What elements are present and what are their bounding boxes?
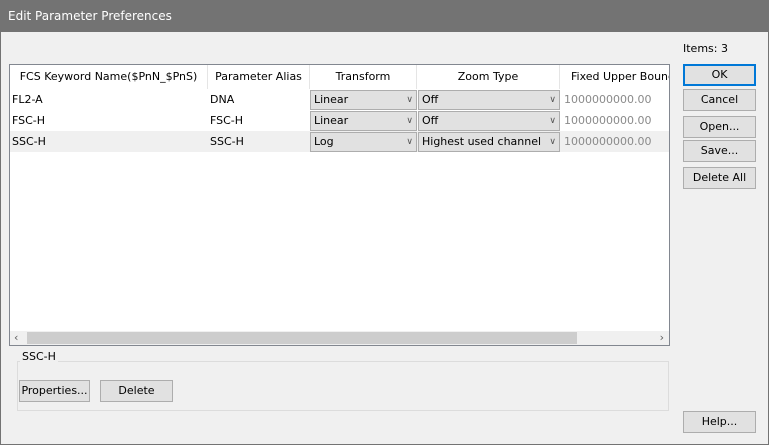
alias-cell[interactable]: FSC-H xyxy=(210,110,305,131)
scroll-thumb[interactable] xyxy=(27,332,577,344)
table-row[interactable]: SSC-H SSC-H Log ∨ Highest used channel ∨ 10000… xyxy=(10,131,669,152)
horizontal-scrollbar[interactable]: ‹ › xyxy=(10,331,669,345)
help-button[interactable]: Help... xyxy=(683,411,756,433)
table-row[interactable]: FSC-H FSC-H Linear ∨ Off ∨ 1000000000.00 xyxy=(10,110,669,131)
column-header-upper-bound[interactable]: Fixed Upper Bound xyxy=(560,65,669,89)
keyword-cell: FL2-A xyxy=(12,93,43,106)
zoom-type-dropdown[interactable]: Off ∨ xyxy=(418,111,560,131)
transform-value: Linear xyxy=(314,114,349,127)
transform-dropdown[interactable]: Log ∨ xyxy=(310,132,417,152)
items-count: Items: 3 xyxy=(683,42,728,55)
save-button[interactable]: Save... xyxy=(683,140,756,162)
chevron-down-icon: ∨ xyxy=(549,95,556,105)
chevron-down-icon: ∨ xyxy=(406,95,413,105)
cancel-button[interactable]: Cancel xyxy=(683,89,756,111)
window-title: Edit Parameter Preferences xyxy=(8,9,172,23)
ok-button[interactable]: OK xyxy=(683,64,756,86)
upper-bound-cell[interactable]: 1000000000.00 xyxy=(564,110,669,131)
upper-bound-cell[interactable]: 1000000000.00 xyxy=(564,131,669,152)
open-button[interactable]: Open... xyxy=(683,116,756,138)
chevron-down-icon: ∨ xyxy=(406,116,413,126)
transform-value: Linear xyxy=(314,93,349,106)
zoom-type-value: Off xyxy=(422,114,439,127)
upper-bound-cell[interactable]: 1000000000.00 xyxy=(564,89,669,110)
alias-cell[interactable]: DNA xyxy=(210,89,305,110)
keyword-cell: FSC-H xyxy=(12,114,46,127)
chevron-down-icon: ∨ xyxy=(549,116,556,126)
chevron-down-icon: ∨ xyxy=(549,137,556,147)
column-header-alias[interactable]: Parameter Alias xyxy=(208,65,310,89)
keyword-cell: SSC-H xyxy=(12,135,46,148)
column-header-transform[interactable]: Transform xyxy=(310,65,417,89)
scroll-right-icon[interactable]: › xyxy=(660,331,664,345)
table-row[interactable]: FL2-A DNA Linear ∨ Off ∨ 1000000000.00 xyxy=(10,89,669,110)
scroll-left-icon[interactable]: ‹ xyxy=(14,331,18,345)
transform-value: Log xyxy=(314,135,334,148)
title-bar: Edit Parameter Preferences xyxy=(0,0,769,32)
transform-dropdown[interactable]: Linear ∨ xyxy=(310,90,417,110)
alias-cell[interactable]: SSC-H xyxy=(210,131,305,152)
zoom-type-value: Off xyxy=(422,93,439,106)
chevron-down-icon: ∨ xyxy=(406,137,413,147)
zoom-type-value: Highest used channel xyxy=(422,135,542,148)
group-label: SSC-H xyxy=(20,350,58,363)
transform-dropdown[interactable]: Linear ∨ xyxy=(310,111,417,131)
delete-all-button[interactable]: Delete All xyxy=(683,167,756,189)
parameter-list[interactable]: FCS Keyword Name($PnN_$PnS) Parameter Al… xyxy=(9,64,670,346)
zoom-type-dropdown[interactable]: Highest used channel ∨ xyxy=(418,132,560,152)
zoom-type-dropdown[interactable]: Off ∨ xyxy=(418,90,560,110)
column-header-keyword[interactable]: FCS Keyword Name($PnN_$PnS) xyxy=(10,65,208,89)
properties-button[interactable]: Properties... xyxy=(19,380,90,402)
delete-button[interactable]: Delete xyxy=(100,380,173,402)
column-header-zoom-type[interactable]: Zoom Type xyxy=(417,65,560,89)
